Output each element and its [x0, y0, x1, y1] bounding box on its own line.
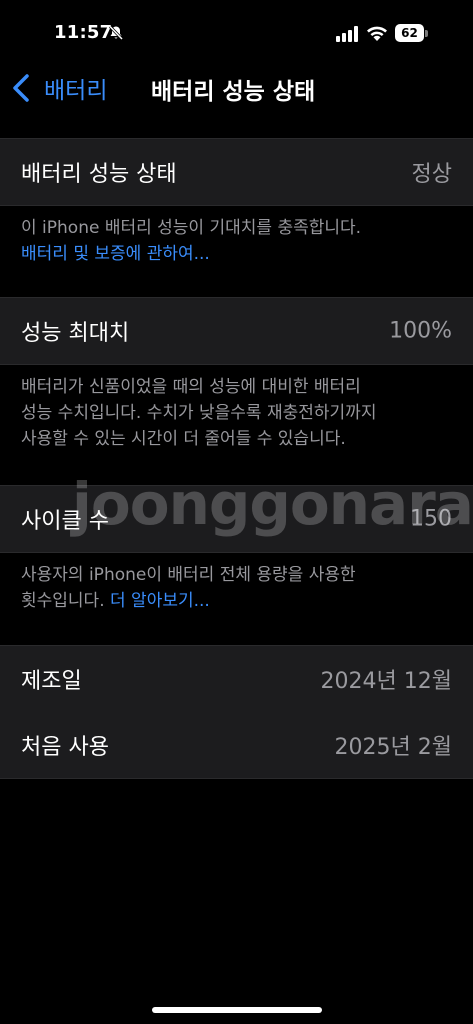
battery-health-value: 정상	[411, 162, 452, 187]
battery-cap	[425, 30, 428, 37]
first-use-value: 2025년 2월	[334, 735, 452, 760]
manufacture-date-label: 제조일	[21, 669, 82, 694]
max-capacity-row: 성능 최대치 100%	[0, 298, 473, 364]
battery-health-label: 배터리 성능 상태	[21, 162, 177, 187]
bell-slash-icon	[108, 25, 124, 41]
max-capacity-footer-line: 배터리가 신품이었을 때의 성능에 대비한 배터리	[21, 377, 361, 397]
cellular-signal-icon	[336, 26, 358, 42]
cycle-count-footer-line2: 횟수입니다. 더 알아보기...	[21, 588, 433, 614]
max-capacity-label: 성능 최대치	[21, 321, 130, 346]
chevron-left-icon	[13, 74, 29, 102]
max-capacity-footer: 배터리가 신품이었을 때의 성능에 대비한 배터리 성능 수치입니다. 수치가 …	[21, 374, 433, 452]
navigation-bar: 배터리 배터리 성능 상태	[0, 62, 473, 114]
max-capacity-value: 100%	[389, 318, 452, 344]
cycle-count-label: 사이클 수	[21, 509, 109, 534]
home-indicator[interactable]	[152, 1007, 322, 1013]
dates-group: 제조일 2024년 12월 처음 사용 2025년 2월	[0, 645, 473, 779]
max-capacity-group: 성능 최대치 100%	[0, 297, 473, 365]
manufacture-date-value: 2024년 12월	[320, 669, 452, 694]
status-time: 11:57	[54, 22, 113, 43]
battery-health-row: 배터리 성능 상태 정상	[0, 139, 473, 205]
battery-warranty-link[interactable]: 배터리 및 보증에 관하여...	[21, 241, 433, 267]
battery-health-footer: 이 iPhone 배터리 성능이 기대치를 충족합니다. 배터리 및 보증에 관…	[21, 215, 433, 267]
battery-icon: 62	[395, 24, 429, 44]
manufacture-date-row: 제조일 2024년 12월	[0, 646, 473, 712]
first-use-label: 처음 사용	[21, 735, 109, 760]
battery-health-footer-text: 이 iPhone 배터리 성능이 기대치를 충족합니다.	[21, 218, 362, 238]
cycle-count-row: 사이클 수 150	[0, 486, 473, 552]
max-capacity-footer-line: 사용할 수 있는 시간이 더 줄어들 수 있습니다.	[21, 429, 346, 449]
cycle-count-footer: 사용자의 iPhone이 배터리 전체 용량을 사용한 횟수입니다. 더 알아보…	[21, 562, 433, 614]
battery-level: 62	[395, 24, 424, 42]
cycle-count-footer-text: 횟수입니다.	[21, 591, 105, 611]
cycle-count-group: 사이클 수 150	[0, 485, 473, 553]
cycle-count-value: 150	[410, 506, 452, 532]
back-button[interactable]: 배터리	[10, 70, 107, 106]
battery-health-group: 배터리 성능 상태 정상	[0, 138, 473, 206]
status-bar: 11:57 62	[0, 0, 473, 62]
learn-more-link[interactable]: 더 알아보기...	[110, 591, 210, 611]
cycle-count-footer-line: 사용자의 iPhone이 배터리 전체 용량을 사용한	[21, 565, 356, 585]
first-use-row: 처음 사용 2025년 2월	[0, 712, 473, 778]
max-capacity-footer-line: 성능 수치입니다. 수치가 낮을수록 재충전하기까지	[21, 403, 377, 423]
page-title: 배터리 성능 상태	[151, 79, 316, 105]
wifi-icon	[367, 26, 387, 41]
back-button-label: 배터리	[44, 78, 108, 104]
